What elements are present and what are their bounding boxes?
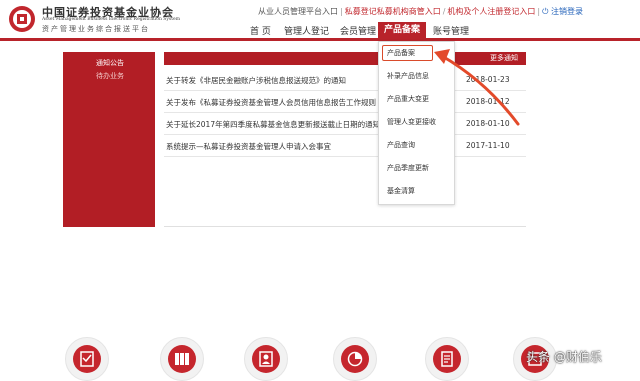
logout-icon: ⏻ xyxy=(542,7,549,16)
document-icon xyxy=(433,345,461,373)
menu-item-product-query[interactable]: 产品查询 xyxy=(387,140,415,150)
menu-item-product-filing[interactable]: 产品备案 xyxy=(387,48,415,58)
sidebar: 通知公告 待办业务 xyxy=(63,52,155,227)
checklist-icon xyxy=(73,345,101,373)
folders-button[interactable] xyxy=(160,337,204,381)
menu-item-manager-change[interactable]: 管理人变更接收 xyxy=(387,117,436,127)
org-name-en: Asset Management Business Electronic Reg… xyxy=(42,17,180,22)
association-emblem-icon xyxy=(9,6,35,32)
menu-item-major-change[interactable]: 产品重大变更 xyxy=(387,94,429,104)
id-card-button[interactable] xyxy=(244,337,288,381)
org-registration-link[interactable]: 机构及个人注册登记入口 xyxy=(447,7,535,16)
pie-chart-icon xyxy=(341,345,369,373)
menu-item-quarterly-update[interactable]: 产品季度更新 xyxy=(387,163,429,173)
watermark: 头条 @财伯乐 xyxy=(526,350,602,364)
id-card-icon xyxy=(252,345,280,373)
nav-home[interactable]: 首 页 xyxy=(250,24,271,37)
menu-item-liquidation[interactable]: 基金清算 xyxy=(387,186,415,196)
menu-item-supplement-info[interactable]: 补录产品信息 xyxy=(387,71,429,81)
nav-product-filing[interactable]: 产品备案 xyxy=(378,22,426,39)
nav-member-management[interactable]: 会员管理 xyxy=(340,24,376,37)
sidebar-item-notices[interactable]: 通知公告 xyxy=(96,58,124,68)
system-name: 资产管理业务综合报送平台 xyxy=(42,25,150,33)
header-divider xyxy=(0,38,640,41)
checklist-button[interactable] xyxy=(65,337,109,381)
annotation-arrow-icon xyxy=(434,49,520,126)
notice-row[interactable]: 系统提示—私募证券投资基金管理人申请入会事宜 2017-11-10 xyxy=(164,134,526,157)
nav-manager-registration[interactable]: 管理人登记 xyxy=(284,24,329,37)
sidebar-item-todo[interactable]: 待办业务 xyxy=(96,71,124,81)
private-registration-link[interactable]: 私募登记私募机构商管入口 xyxy=(345,7,441,16)
top-links-bar: 从业人员管理平台入口 | 私募登记私募机构商管入口 / 机构及个人注册登记入口 | ⏻ 注销… xyxy=(258,7,583,16)
logout-link[interactable]: ⏻ 注销登录 xyxy=(542,7,583,16)
logo: 中国证券投资基金业协会 Asset Management Business El… xyxy=(8,3,208,37)
nav-account-management[interactable]: 账号管理 xyxy=(433,24,469,37)
folders-icon xyxy=(168,345,196,373)
document-button[interactable] xyxy=(425,337,469,381)
from-label: 从业人员管理平台入口 xyxy=(258,7,338,16)
pie-chart-button[interactable] xyxy=(333,337,377,381)
notice-date: 2017-11-10 xyxy=(466,141,510,150)
panel-divider xyxy=(164,226,526,227)
